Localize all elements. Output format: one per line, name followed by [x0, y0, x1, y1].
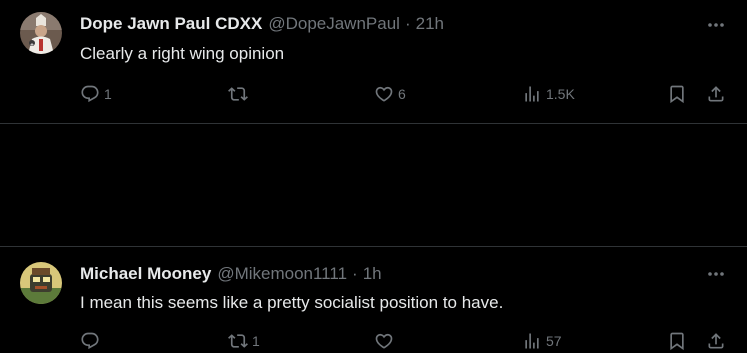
separator: ·	[352, 264, 358, 283]
tweet-text: I mean this seems like a pretty socialis…	[80, 293, 504, 312]
tweet-header: Dope Jawn Paul CDXX @DopeJawnPaul · 21h	[80, 13, 444, 35]
avatar[interactable]	[20, 262, 62, 304]
bookmark-icon	[670, 332, 684, 351]
reply-icon	[81, 332, 99, 350]
more-options-button[interactable]	[705, 263, 727, 285]
share-icon	[708, 86, 724, 102]
view-count: 1.5K	[546, 86, 575, 102]
reply-icon	[81, 85, 99, 103]
author-handle[interactable]: @Mikemoon1111	[217, 263, 347, 285]
more-horizontal-icon	[708, 272, 724, 276]
retweet-count: 1	[252, 333, 260, 349]
bookmark-icon	[670, 85, 684, 104]
retweet-icon	[228, 334, 248, 348]
views-button[interactable]: 1.5K	[522, 82, 575, 106]
views-button[interactable]: 57	[522, 329, 562, 353]
reply-count: 1	[104, 86, 112, 102]
view-count: 57	[546, 333, 562, 349]
retweet-button[interactable]: 1	[228, 329, 260, 353]
share-button[interactable]	[706, 82, 726, 106]
tweet[interactable]: Dope Jawn Paul CDXX @DopeJawnPaul · 21h …	[0, 0, 747, 124]
reply-button[interactable]: 1	[80, 82, 112, 106]
like-button[interactable]	[374, 329, 398, 353]
tweet-actions: 1 6 1.5K	[0, 82, 747, 106]
more-horizontal-icon	[708, 23, 724, 27]
heart-icon	[375, 86, 393, 102]
timestamp[interactable]: 21h	[416, 13, 444, 35]
bookmark-button[interactable]	[667, 329, 687, 353]
pope-avatar-icon	[20, 12, 62, 54]
share-icon	[708, 333, 724, 349]
more-options-button[interactable]	[705, 14, 727, 36]
like-count: 6	[398, 86, 406, 102]
analytics-icon	[525, 333, 539, 349]
avatar[interactable]	[20, 12, 62, 54]
author-name[interactable]: Dope Jawn Paul CDXX	[80, 13, 262, 35]
analytics-icon	[525, 86, 539, 102]
author-handle[interactable]: @DopeJawnPaul	[268, 13, 400, 35]
tweet-actions: 1 57	[0, 329, 747, 353]
tweet-text: Clearly a right wing opinion	[80, 44, 285, 63]
retweet-icon	[228, 87, 248, 101]
reply-button[interactable]	[80, 329, 104, 353]
cartoon-avatar-icon	[20, 262, 62, 304]
share-button[interactable]	[706, 329, 726, 353]
tweet[interactable]: Michael Mooney @Mikemoon1111 · 1h I mean…	[0, 124, 747, 351]
retweet-button[interactable]	[228, 82, 252, 106]
author-name[interactable]: Michael Mooney	[80, 263, 211, 285]
heart-icon	[375, 333, 393, 349]
like-button[interactable]: 6	[374, 82, 406, 106]
separator: ·	[404, 14, 411, 33]
bookmark-button[interactable]	[667, 82, 687, 106]
tweet-header: Michael Mooney @Mikemoon1111 · 1h	[80, 263, 382, 285]
timestamp[interactable]: 1h	[363, 263, 382, 285]
